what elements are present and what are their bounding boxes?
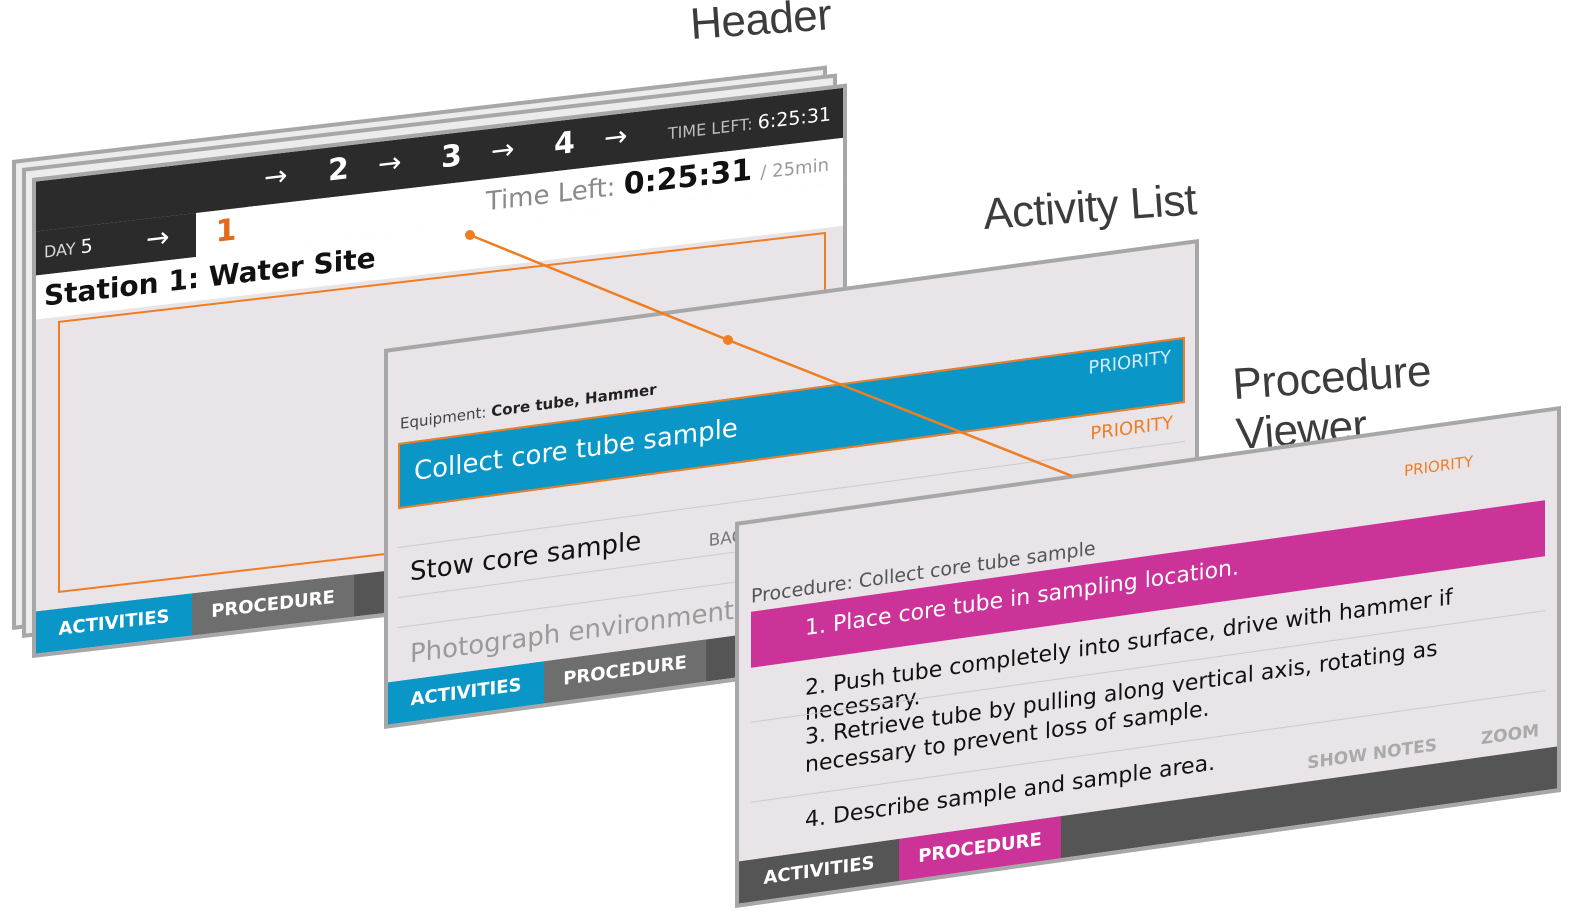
connector-lines [465, 230, 1073, 478]
connector-activity-to-procedure [727, 338, 1073, 478]
connector-header-to-activity [469, 233, 729, 342]
connector-dot [723, 335, 733, 345]
connector-dot [465, 230, 475, 240]
